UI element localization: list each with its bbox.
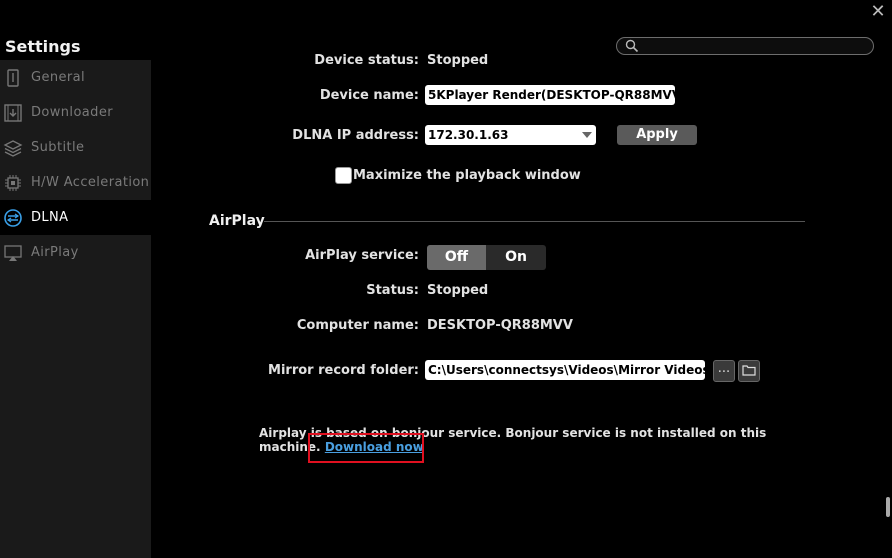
airplay-off-toggle[interactable]: Off — [427, 245, 486, 270]
sidebar-item-label: Subtitle — [31, 140, 85, 155]
sidebar-item-label: General — [31, 70, 86, 85]
sidebar-item-label: H/W Acceleration — [31, 175, 150, 190]
sidebar-item-dlna[interactable]: DLNA — [0, 200, 151, 235]
sidebar-item-subtitle[interactable]: Subtitle — [0, 130, 151, 165]
open-folder-button[interactable] — [738, 360, 760, 382]
scrollbar-thumb[interactable] — [886, 497, 890, 517]
scrollbar[interactable] — [883, 60, 892, 558]
sidebar-item-airplay[interactable]: AirPlay — [0, 235, 151, 270]
film-download-icon — [4, 104, 22, 122]
airplay-icon — [4, 245, 22, 261]
browse-button[interactable]: ... — [713, 360, 735, 382]
layers-icon — [3, 140, 23, 157]
highlight-box — [308, 433, 424, 463]
airplay-on-toggle[interactable]: On — [486, 245, 546, 270]
sidebar-item-label: Downloader — [31, 105, 113, 120]
settings-content: Device status: Stopped Device name: 5KPl… — [151, 53, 883, 558]
sidebar-item-hw-acceleration[interactable]: H/W Acceleration — [0, 165, 151, 200]
sidebar-item-general[interactable]: General — [0, 60, 151, 95]
airplay-service-label: AirPlay service: — [305, 248, 419, 263]
close-icon[interactable]: ✕ — [868, 2, 888, 22]
sidebar-item-label: AirPlay — [31, 245, 79, 260]
folder-icon — [742, 365, 756, 376]
mirror-folder-field[interactable]: C:\Users\connectsys\Videos\Mirror Videos — [425, 360, 705, 380]
computer-name-value: DESKTOP-QR88MVV — [427, 318, 573, 333]
device-status-label: Device status: — [314, 53, 419, 68]
phone-icon — [7, 69, 19, 87]
section-divider — [264, 221, 805, 222]
dlna-ip-value: 172.30.1.63 — [428, 128, 509, 142]
apply-button[interactable]: Apply — [617, 125, 697, 145]
search-box[interactable] — [616, 37, 874, 55]
device-name-field[interactable]: 5KPlayer Render(DESKTOP-QR88MVV) — [425, 85, 675, 105]
dlna-ip-label: DLNA IP address: — [292, 128, 419, 143]
computer-name-label: Computer name: — [296, 318, 419, 333]
maximize-label: Maximize the playback window — [353, 168, 581, 183]
device-name-label: Device name: — [319, 88, 419, 103]
sidebar-item-downloader[interactable]: Downloader — [0, 95, 151, 130]
chip-icon — [5, 175, 21, 191]
title-bar: ✕ Settings — [0, 0, 892, 60]
mirror-folder-label: Mirror record folder: — [268, 363, 419, 378]
sidebar-item-label: DLNA — [31, 210, 69, 225]
status-value: Stopped — [427, 283, 489, 298]
airplay-section-title: AirPlay — [209, 213, 265, 229]
device-status-value: Stopped — [427, 53, 489, 68]
dlna-ip-select[interactable]: 172.30.1.63 — [425, 125, 596, 145]
page-title: Settings — [5, 37, 81, 56]
sidebar: General Downloader Subtitle H/W Accelera… — [0, 60, 151, 558]
search-icon — [625, 39, 639, 53]
dlna-icon — [4, 209, 22, 227]
chevron-down-icon — [582, 132, 592, 138]
status-label: Status: — [366, 283, 419, 298]
search-input[interactable] — [641, 38, 865, 54]
maximize-checkbox[interactable] — [335, 167, 352, 184]
